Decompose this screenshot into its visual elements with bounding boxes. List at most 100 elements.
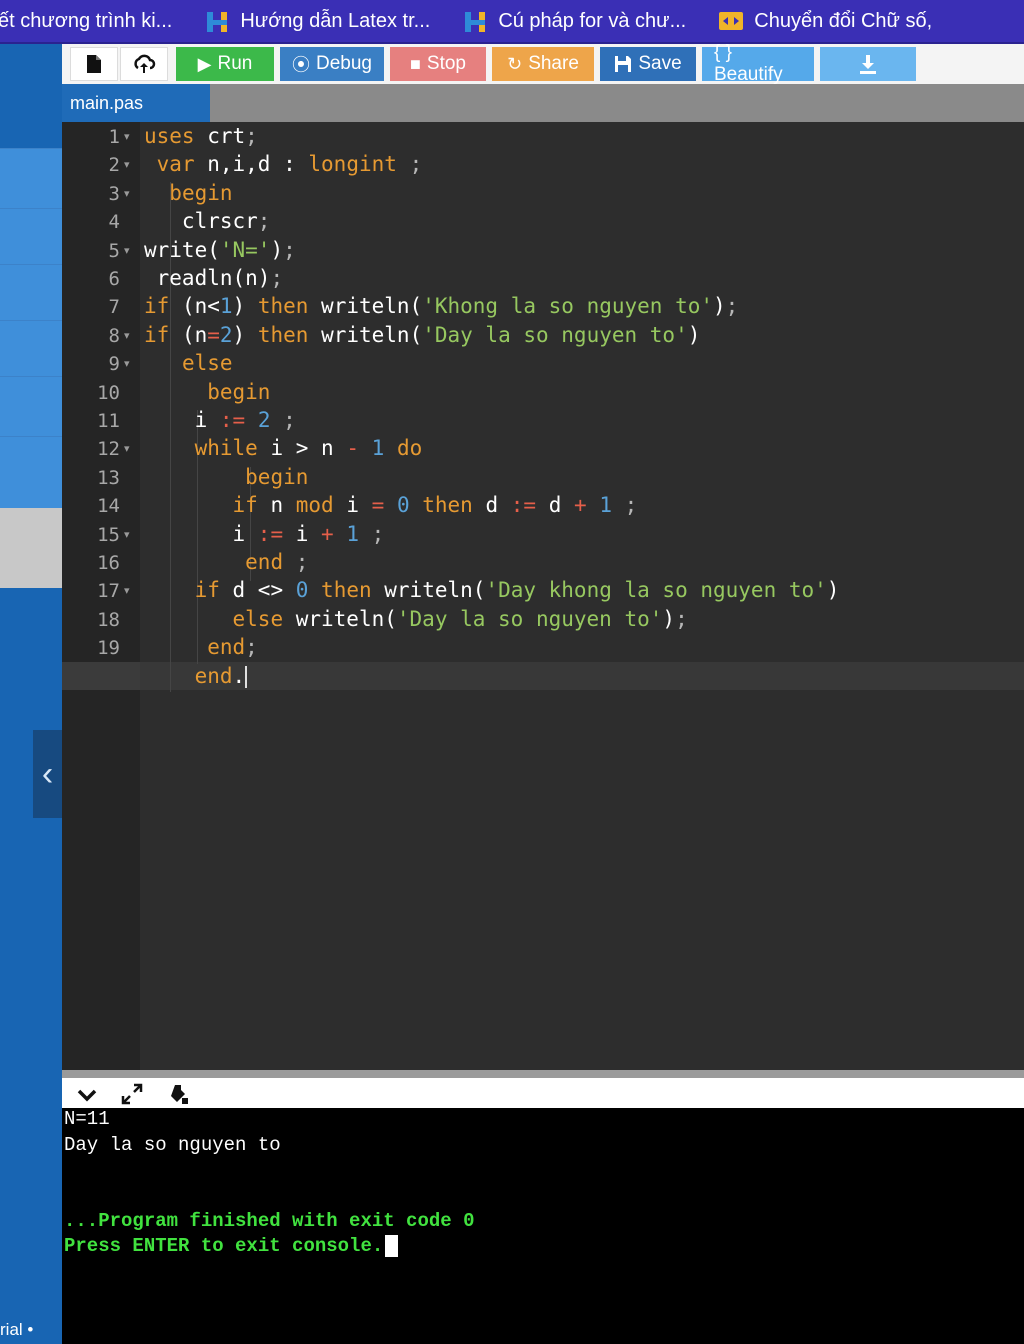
press-enter-text: Press ENTER to exit console. xyxy=(64,1235,384,1258)
line-number: 5 xyxy=(108,239,120,262)
expand-icon[interactable] xyxy=(120,1082,144,1106)
code-line: if (n=2) then writeln('Day la so nguyen … xyxy=(144,322,701,347)
share-button[interactable]: ↻ Share xyxy=(492,47,594,81)
code-editor[interactable]: 1▾2▾3▾45▾678▾9▾101112▾131415▾1617▾181920… xyxy=(62,122,1024,1070)
upload-button[interactable] xyxy=(120,47,168,81)
line-number: 19 xyxy=(97,637,120,660)
bookmark-for-syntax[interactable]: Cú pháp for và chư... xyxy=(448,0,687,42)
new-file-button[interactable] xyxy=(70,47,118,81)
code-line: if (n<1) then writeln('Khong la so nguye… xyxy=(144,294,739,319)
save-label: Save xyxy=(638,53,682,74)
fold-arrow-icon[interactable]: ▾ xyxy=(124,130,130,143)
fold-arrow-icon[interactable]: ▾ xyxy=(124,158,130,171)
console-line-result: Day la so nguyen to xyxy=(64,1134,281,1156)
fold-arrow-icon[interactable]: ▾ xyxy=(124,329,130,342)
bookmark-number-converter[interactable]: Chuyển đổi Chữ số, xyxy=(704,0,933,42)
share-label: Share xyxy=(528,53,579,74)
code-line: end ; xyxy=(245,550,309,574)
line-number: 15 xyxy=(97,523,120,546)
code-line: else xyxy=(181,351,233,376)
beautify-label: { } Beautify xyxy=(714,42,783,85)
debug-label: Debug xyxy=(316,53,372,74)
stop-label: Stop xyxy=(426,53,466,74)
code-line: i := i + 1 ; xyxy=(144,521,385,546)
sidebar-block xyxy=(0,44,62,148)
code-line: begin xyxy=(245,464,309,489)
download-icon xyxy=(860,55,876,74)
bookmarks-bar: ết chương trình ki... Hướng dẫn Latex tr… xyxy=(0,0,1024,44)
share-icon: ↻ xyxy=(507,53,523,74)
fold-arrow-icon[interactable]: ▾ xyxy=(124,442,130,455)
line-number: 9 xyxy=(108,353,120,376)
line-number: 14 xyxy=(97,495,120,518)
code-line: end; xyxy=(207,635,258,660)
code-line: while i > n - 1 do xyxy=(194,436,423,461)
code-line: var n,i,d : longint ; xyxy=(156,152,423,177)
console-line-exit-code: ...Program finished with exit code 0 xyxy=(64,1210,475,1232)
h-logo-icon xyxy=(465,12,486,32)
console-output[interactable]: N=11 Day la so nguyen to ...Program fini… xyxy=(62,1108,1024,1344)
code-line: i := 2 ; xyxy=(144,408,296,432)
active-line-gutter xyxy=(62,662,140,690)
run-button[interactable]: ▶ Run xyxy=(176,47,274,81)
file-icon xyxy=(87,55,101,73)
editor-toolbar: ▶ Run ⦿ Debug ■ Stop ↻ Share Save { } Be… xyxy=(62,42,1024,85)
console-cursor xyxy=(385,1235,399,1257)
save-button[interactable]: Save xyxy=(600,47,696,81)
code-line: begin xyxy=(169,180,233,205)
bookmark-program[interactable]: ết chương trình ki... xyxy=(0,0,173,42)
line-number: 18 xyxy=(97,608,120,631)
sidebar-menu-area[interactable] xyxy=(0,148,62,508)
line-number: 4 xyxy=(108,211,120,234)
line-number-gutter: 1▾2▾3▾45▾678▾9▾101112▾131415▾1617▾181920 xyxy=(62,122,140,1070)
code-line: readln(n); xyxy=(144,266,284,290)
line-number: 1 xyxy=(108,126,120,148)
bookmark-label: Chuyển đổi Chữ số, xyxy=(754,9,933,32)
beautify-button[interactable]: { } Beautify xyxy=(702,42,814,85)
sidebar-active-item[interactable] xyxy=(0,508,62,588)
tab-main-pas[interactable]: main.pas xyxy=(62,84,210,122)
line-number: 2 xyxy=(108,154,120,177)
left-sidebar: ‹ rial • xyxy=(0,44,62,1344)
console-toolbar xyxy=(62,1070,1024,1108)
line-number: 7 xyxy=(108,296,120,319)
chevron-down-icon[interactable] xyxy=(76,1086,98,1104)
clear-console-icon[interactable] xyxy=(166,1082,190,1106)
debug-button[interactable]: ⦿ Debug xyxy=(280,47,384,81)
line-number: 8 xyxy=(108,324,120,347)
sidebar-footer-text: rial • xyxy=(0,1320,34,1339)
bookmark-latex-guide[interactable]: Hướng dẫn Latex tr... xyxy=(190,0,431,42)
line-number: 10 xyxy=(97,381,120,404)
file-tab-bar: main.pas xyxy=(62,84,1024,122)
run-label: Run xyxy=(217,53,253,74)
code-line: if n mod i = 0 then d := d + 1 ; xyxy=(232,493,638,518)
line-number: 6 xyxy=(108,268,120,290)
chevron-left-icon: ‹ xyxy=(41,754,54,793)
code-line: else writeln('Day la so nguyen to'); xyxy=(232,606,688,631)
line-number: 16 xyxy=(97,552,120,574)
line-number: 13 xyxy=(97,466,120,489)
stop-button[interactable]: ■ Stop xyxy=(390,47,486,81)
console-line-input: N=11 xyxy=(64,1108,110,1130)
fold-arrow-icon[interactable]: ▾ xyxy=(124,528,130,541)
converter-icon xyxy=(719,12,744,30)
line-number: 3 xyxy=(108,182,120,205)
fold-arrow-icon[interactable]: ▾ xyxy=(124,244,130,257)
code-line: if d <> 0 then writeln('Day khong la so … xyxy=(194,578,840,603)
fold-arrow-icon[interactable]: ▾ xyxy=(124,357,130,370)
bookmark-label: ết chương trình ki... xyxy=(0,9,173,32)
debug-icon: ⦿ xyxy=(292,55,310,75)
play-icon: ▶ xyxy=(197,53,212,74)
bookmark-label: Hướng dẫn Latex tr... xyxy=(240,9,431,32)
code-line: uses crt; xyxy=(144,124,258,148)
fold-arrow-icon[interactable]: ▾ xyxy=(124,187,130,200)
floppy-disk-icon xyxy=(615,56,632,72)
line-number: 11 xyxy=(97,410,120,432)
line-number: 17 xyxy=(97,580,120,603)
bookmark-label: Cú pháp for và chư... xyxy=(498,9,687,32)
download-button[interactable] xyxy=(820,47,916,81)
line-number: 12 xyxy=(97,438,120,461)
collapse-sidebar-button[interactable]: ‹ xyxy=(33,730,62,818)
active-line-highlight xyxy=(140,662,1024,690)
fold-arrow-icon[interactable]: ▾ xyxy=(124,584,130,597)
